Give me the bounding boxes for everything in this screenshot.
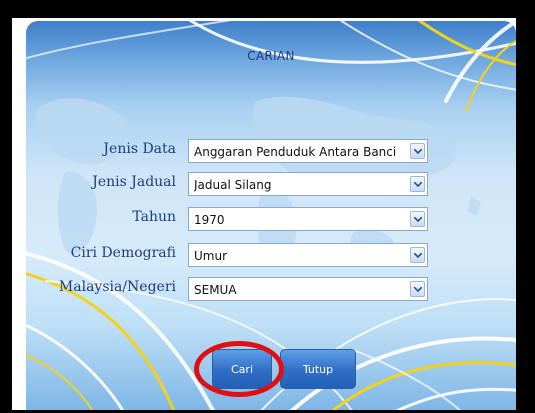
jenis-jadual-select[interactable]: Jadual Silang — [188, 172, 428, 196]
field-row-jenis-data: Jenis Data Anggaran Penduduk Antara Banc… — [26, 139, 516, 163]
field-row-malaysia-negeri: Malaysia/Negeri SEMUA — [26, 277, 516, 301]
chevron-down-icon[interactable] — [410, 143, 425, 159]
tahun-label: Tahun — [132, 209, 176, 225]
ciri-demografi-select[interactable]: Umur — [188, 243, 428, 267]
jenis-data-value: Anggaran Penduduk Antara Banci — [194, 145, 397, 159]
tahun-select[interactable]: 1970 — [188, 207, 428, 231]
search-dialog: CARIAN Jenis Data Anggaran Penduduk Anta… — [26, 21, 516, 410]
chevron-down-icon[interactable] — [410, 176, 425, 192]
jenis-data-label: Jenis Data — [103, 141, 176, 157]
malaysia-negeri-value: SEMUA — [194, 283, 237, 297]
field-row-jenis-jadual: Jenis Jadual Jadual Silang — [26, 172, 516, 196]
malaysia-negeri-select[interactable]: SEMUA — [188, 277, 428, 301]
jenis-jadual-value: Jadual Silang — [194, 178, 272, 192]
tutup-button[interactable]: Tutup — [280, 349, 356, 389]
dialog-title: CARIAN — [247, 49, 295, 63]
ciri-demografi-value: Umur — [194, 249, 228, 263]
field-row-tahun: Tahun 1970 — [26, 207, 516, 231]
chevron-down-icon[interactable] — [410, 281, 425, 297]
chevron-down-icon[interactable] — [410, 247, 425, 263]
malaysia-negeri-label: Malaysia/Negeri — [58, 279, 176, 295]
cari-button[interactable]: Cari — [212, 349, 272, 389]
ciri-demografi-label: Ciri Demografi — [70, 245, 176, 261]
jenis-data-select[interactable]: Anggaran Penduduk Antara Banci — [188, 139, 428, 163]
screenshot-frame: CARIAN Jenis Data Anggaran Penduduk Anta… — [0, 0, 535, 413]
field-row-ciri-demografi: Ciri Demografi Umur — [26, 243, 516, 267]
jenis-jadual-label: Jenis Jadual — [92, 174, 176, 190]
chevron-down-icon[interactable] — [410, 211, 425, 227]
tahun-value: 1970 — [194, 213, 225, 227]
dialog-window: CARIAN Jenis Data Anggaran Penduduk Anta… — [12, 18, 516, 410]
